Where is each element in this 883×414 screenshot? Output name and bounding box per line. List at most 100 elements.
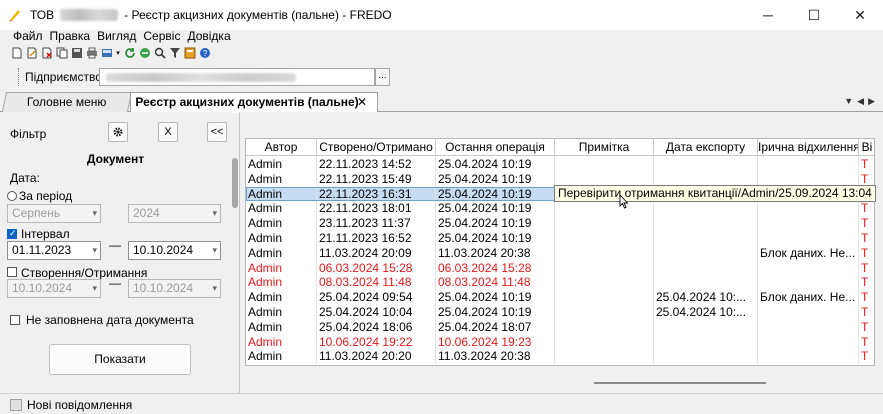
horizontal-scrollbar[interactable] bbox=[594, 382, 766, 384]
cell-created: 22.11.2023 15:49 bbox=[317, 171, 436, 187]
sync-icon[interactable] bbox=[138, 47, 151, 60]
table-row[interactable]: Admin 08.03.2024 11:48 08.03.2024 11:48 Т bbox=[246, 275, 874, 291]
cell-author: Admin bbox=[246, 186, 317, 202]
created-from-date[interactable]: 10.10.2024 ▾ bbox=[7, 279, 101, 298]
column-created[interactable]: Створено/Отримано bbox=[317, 139, 436, 156]
table-row[interactable]: Admin 06.03.2024 15:28 06.03.2024 15:28 Т bbox=[246, 260, 874, 276]
period-radio[interactable] bbox=[7, 191, 17, 201]
menu-view[interactable]: Вигляд bbox=[97, 29, 136, 43]
new-messages-checkbox[interactable] bbox=[10, 399, 22, 411]
table-row[interactable]: Admin 25.04.2024 10:04 25.04.2024 10:19 25.… bbox=[246, 304, 874, 320]
cell-created: 10.06.2024 19:22 bbox=[317, 334, 436, 350]
enterprise-field[interactable] bbox=[99, 68, 375, 86]
created-to-date[interactable]: 10.10.2024 ▾ bbox=[128, 279, 221, 298]
grid-area: Автор Створено/Отримано Остання операція… bbox=[241, 112, 883, 393]
range-dash: — bbox=[109, 238, 121, 252]
toolbar-grip[interactable] bbox=[18, 68, 20, 86]
cell-created: 11.03.2024 20:20 bbox=[317, 349, 436, 365]
cell-export-date: 25.04.2024 10:... bbox=[654, 304, 758, 320]
table-row[interactable]: Admin 10.06.2024 19:22 10.06.2024 19:23 Т bbox=[246, 334, 874, 350]
menu-service[interactable]: Сервіс bbox=[143, 29, 180, 43]
column-rejection-reason[interactable]: Ірична відхилення bbox=[758, 139, 859, 156]
tab-close-icon[interactable]: ✕ bbox=[357, 93, 367, 112]
interval-to-date[interactable]: 10.10.2024 ▾ bbox=[128, 241, 221, 260]
table-row[interactable]: Admin 22.11.2023 14:52 25.04.2024 10:19 Т bbox=[246, 157, 874, 172]
empty-date-checkbox[interactable] bbox=[10, 315, 20, 325]
panel-splitter[interactable] bbox=[231, 112, 241, 393]
created-checkbox[interactable] bbox=[7, 267, 17, 277]
tab-prev-icon[interactable]: ◀ bbox=[857, 96, 864, 107]
search-icon[interactable] bbox=[153, 47, 166, 60]
menu-file[interactable]: Файл bbox=[13, 29, 43, 43]
cell-note bbox=[555, 245, 654, 261]
cell-extra: Т bbox=[859, 335, 874, 350]
interval-label: Інтервал bbox=[21, 227, 70, 241]
cell-note bbox=[555, 349, 654, 365]
filter-settings-button[interactable] bbox=[108, 122, 128, 142]
cell-last-operation: 25.04.2024 10:19 bbox=[436, 230, 555, 246]
cell-author: Admin bbox=[246, 171, 317, 187]
column-note[interactable]: Примітка bbox=[555, 139, 654, 156]
cell-created: 25.04.2024 09:54 bbox=[317, 290, 436, 305]
table-row[interactable]: Admin 25.04.2024 18:06 25.04.2024 18:07 Т bbox=[246, 319, 874, 335]
period-year-select[interactable]: 2024 ▾ bbox=[128, 204, 221, 223]
cell-note bbox=[555, 230, 654, 246]
table-row[interactable]: Admin 11.03.2024 20:09 11.03.2024 20:38 Бло… bbox=[246, 245, 874, 261]
table-row[interactable]: Admin 25.04.2024 09:54 25.04.2024 10:19 25.… bbox=[246, 290, 874, 305]
cell-created: 25.04.2024 10:04 bbox=[317, 304, 436, 320]
cell-export-date bbox=[654, 157, 758, 172]
refresh-icon[interactable] bbox=[123, 47, 136, 60]
filter-icon[interactable] bbox=[168, 47, 181, 60]
range-dash: — bbox=[109, 276, 121, 290]
column-export-date[interactable]: Дата експорту bbox=[654, 139, 758, 156]
column-last-operation[interactable]: Остання операція bbox=[436, 139, 555, 156]
created-from-value: 10.10.2024 bbox=[12, 281, 73, 295]
calculator-icon[interactable] bbox=[183, 47, 196, 60]
tab-next-icon[interactable]: ▶ bbox=[868, 96, 875, 107]
show-button[interactable]: Показати bbox=[49, 344, 191, 375]
cell-last-operation: 25.04.2024 10:19 bbox=[436, 157, 555, 172]
tab-home[interactable]: Головне меню bbox=[1, 92, 133, 112]
cell-created: 23.11.2023 11:37 bbox=[317, 216, 436, 231]
cell-export-date bbox=[654, 349, 758, 365]
menu-edit[interactable]: Правка bbox=[50, 29, 91, 43]
cell-export-date bbox=[654, 319, 758, 335]
cell-last-operation: 10.06.2024 19:23 bbox=[436, 334, 555, 350]
tab-list-icon[interactable]: ▼ bbox=[844, 96, 853, 107]
table-row[interactable]: Admin 11.03.2024 20:20 11.03.2024 20:38 Т bbox=[246, 349, 874, 365]
close-window-button[interactable]: ✕ bbox=[837, 0, 883, 30]
export-icon[interactable] bbox=[100, 47, 113, 60]
minimize-button[interactable]: ─ bbox=[745, 0, 791, 30]
menu-help[interactable]: Довідка bbox=[187, 29, 230, 43]
help-icon[interactable]: ? bbox=[198, 47, 211, 60]
filter-collapse-button[interactable]: << bbox=[207, 122, 227, 142]
save-icon[interactable] bbox=[70, 47, 83, 60]
table-row[interactable]: Admin 23.11.2023 11:37 25.04.2024 10:19 Т bbox=[246, 216, 874, 231]
new-document-icon[interactable] bbox=[10, 47, 23, 60]
dropdown-arrow-icon[interactable]: ▾ bbox=[115, 47, 121, 60]
edit-document-icon[interactable] bbox=[25, 47, 38, 60]
print-icon[interactable] bbox=[85, 47, 98, 60]
cell-export-date bbox=[654, 260, 758, 276]
column-author[interactable]: Автор bbox=[246, 139, 317, 156]
cell-last-operation: 25.04.2024 10:19 bbox=[436, 290, 555, 305]
table-row[interactable]: Admin 21.11.2023 16:52 25.04.2024 10:19 Т bbox=[246, 230, 874, 246]
interval-from-date[interactable]: 01.11.2023 ▾ bbox=[7, 241, 101, 260]
maximize-button[interactable]: ☐ bbox=[791, 0, 837, 30]
filter-panel-scrollbar[interactable] bbox=[232, 158, 238, 208]
tab-excise-registry[interactable]: Реєстр акцизних документів (пальне) ✕ bbox=[130, 92, 378, 113]
period-month-select[interactable]: Серпень ▾ bbox=[7, 204, 101, 223]
cell-author: Admin bbox=[246, 157, 317, 172]
filter-clear-button[interactable]: X bbox=[158, 122, 178, 142]
cell-extra: Т bbox=[859, 261, 874, 276]
enterprise-browse-button[interactable]: ... bbox=[375, 68, 390, 86]
table-row[interactable]: Admin 22.11.2023 18:01 25.04.2024 10:19 Т bbox=[246, 201, 874, 217]
column-extra[interactable]: Ві bbox=[859, 139, 874, 156]
cell-created: 08.03.2024 11:48 bbox=[317, 275, 436, 291]
cell-last-operation: 25.04.2024 10:19 bbox=[436, 216, 555, 231]
copy-document-icon[interactable] bbox=[55, 47, 68, 60]
cell-export-date: 25.04.2024 10:... bbox=[654, 290, 758, 305]
interval-checkbox[interactable] bbox=[7, 228, 17, 239]
delete-document-icon[interactable] bbox=[40, 47, 53, 60]
cell-extra: Т bbox=[859, 201, 874, 216]
